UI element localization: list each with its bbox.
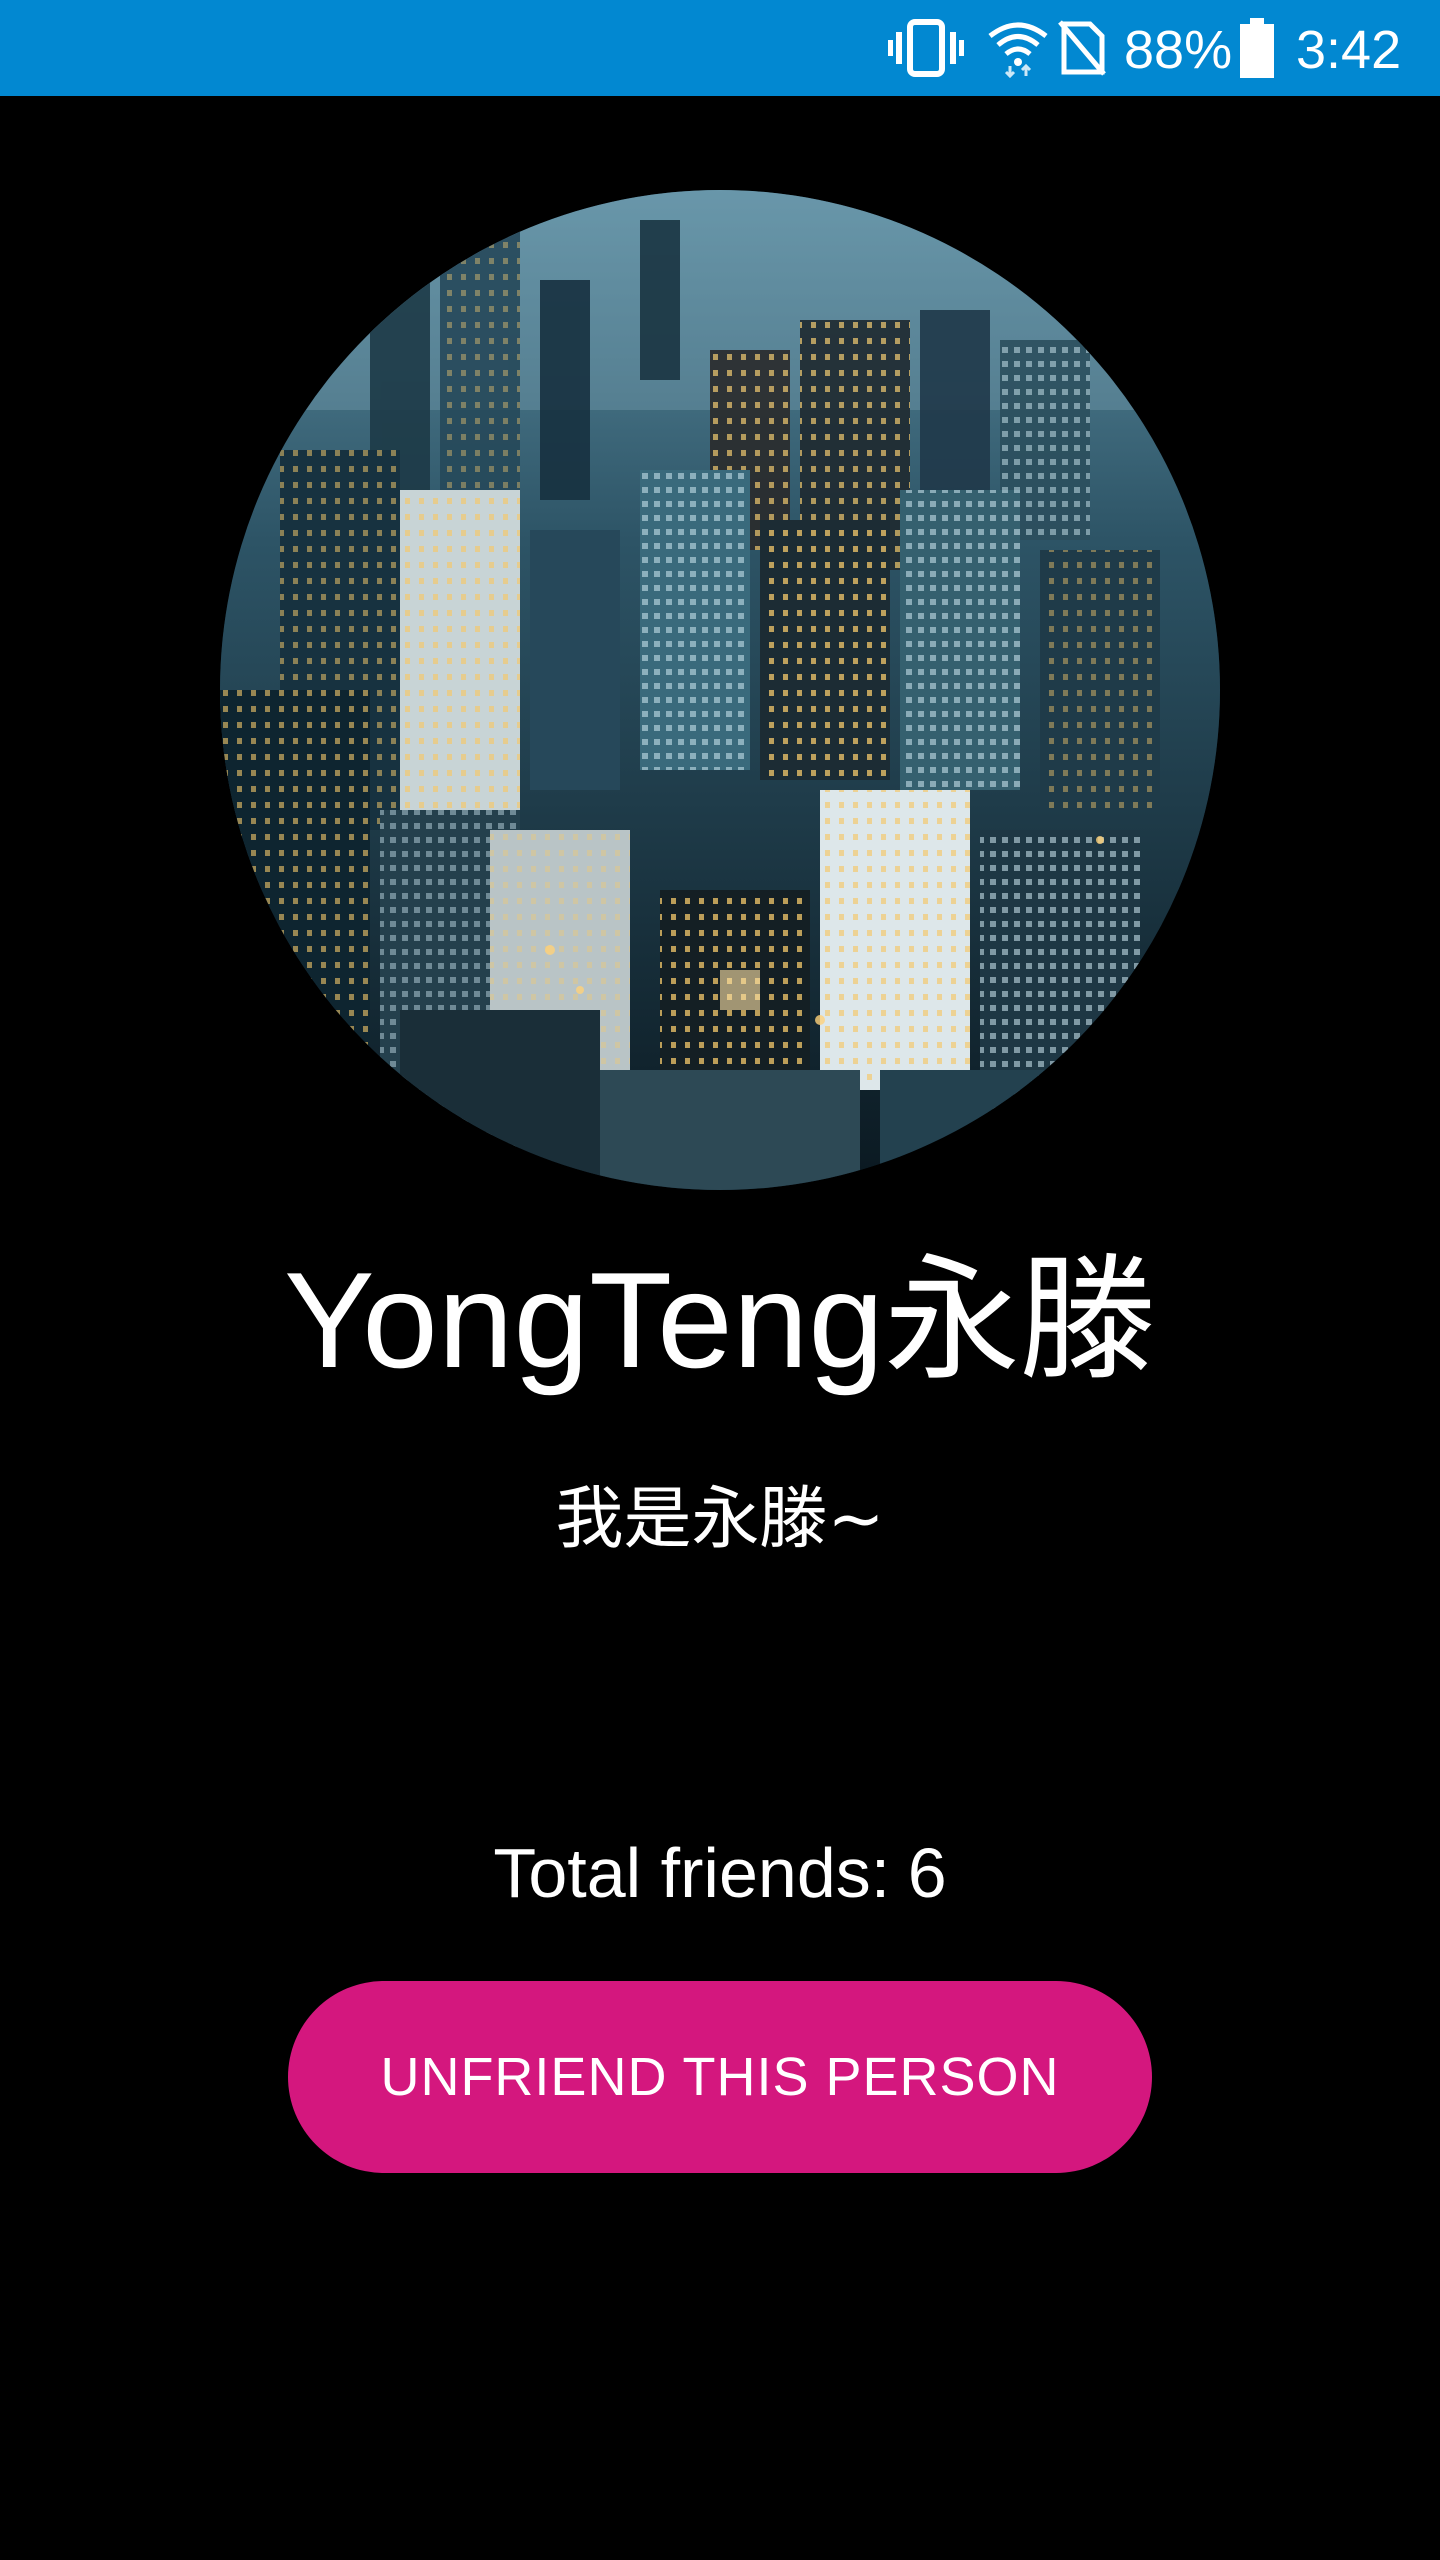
profile-name: YongTeng永滕 <box>283 1244 1157 1396</box>
status-bar: 88% 3:42 <box>0 0 1440 96</box>
friends-count: Total friends: 6 <box>0 1828 1440 1918</box>
no-sim-icon <box>1058 0 1106 96</box>
unfriend-button[interactable]: UNFRIEND THIS PERSON <box>288 1981 1152 2173</box>
wifi-icon <box>988 0 1048 96</box>
profile-status-message: 我是永滕~ <box>555 1480 885 1559</box>
battery-icon <box>1238 0 1276 96</box>
clock: 3:42 <box>1296 20 1402 80</box>
battery-percent: 88% <box>1124 20 1233 80</box>
friends-count-value: 6 <box>907 1834 947 1912</box>
vibrate-icon <box>888 0 964 96</box>
city-skyline-image <box>220 190 1220 1190</box>
unfriend-button-label: UNFRIEND THIS PERSON <box>380 2047 1060 2107</box>
friends-count-label: Total friends: <box>493 1834 891 1912</box>
profile-avatar[interactable] <box>220 190 1220 1190</box>
